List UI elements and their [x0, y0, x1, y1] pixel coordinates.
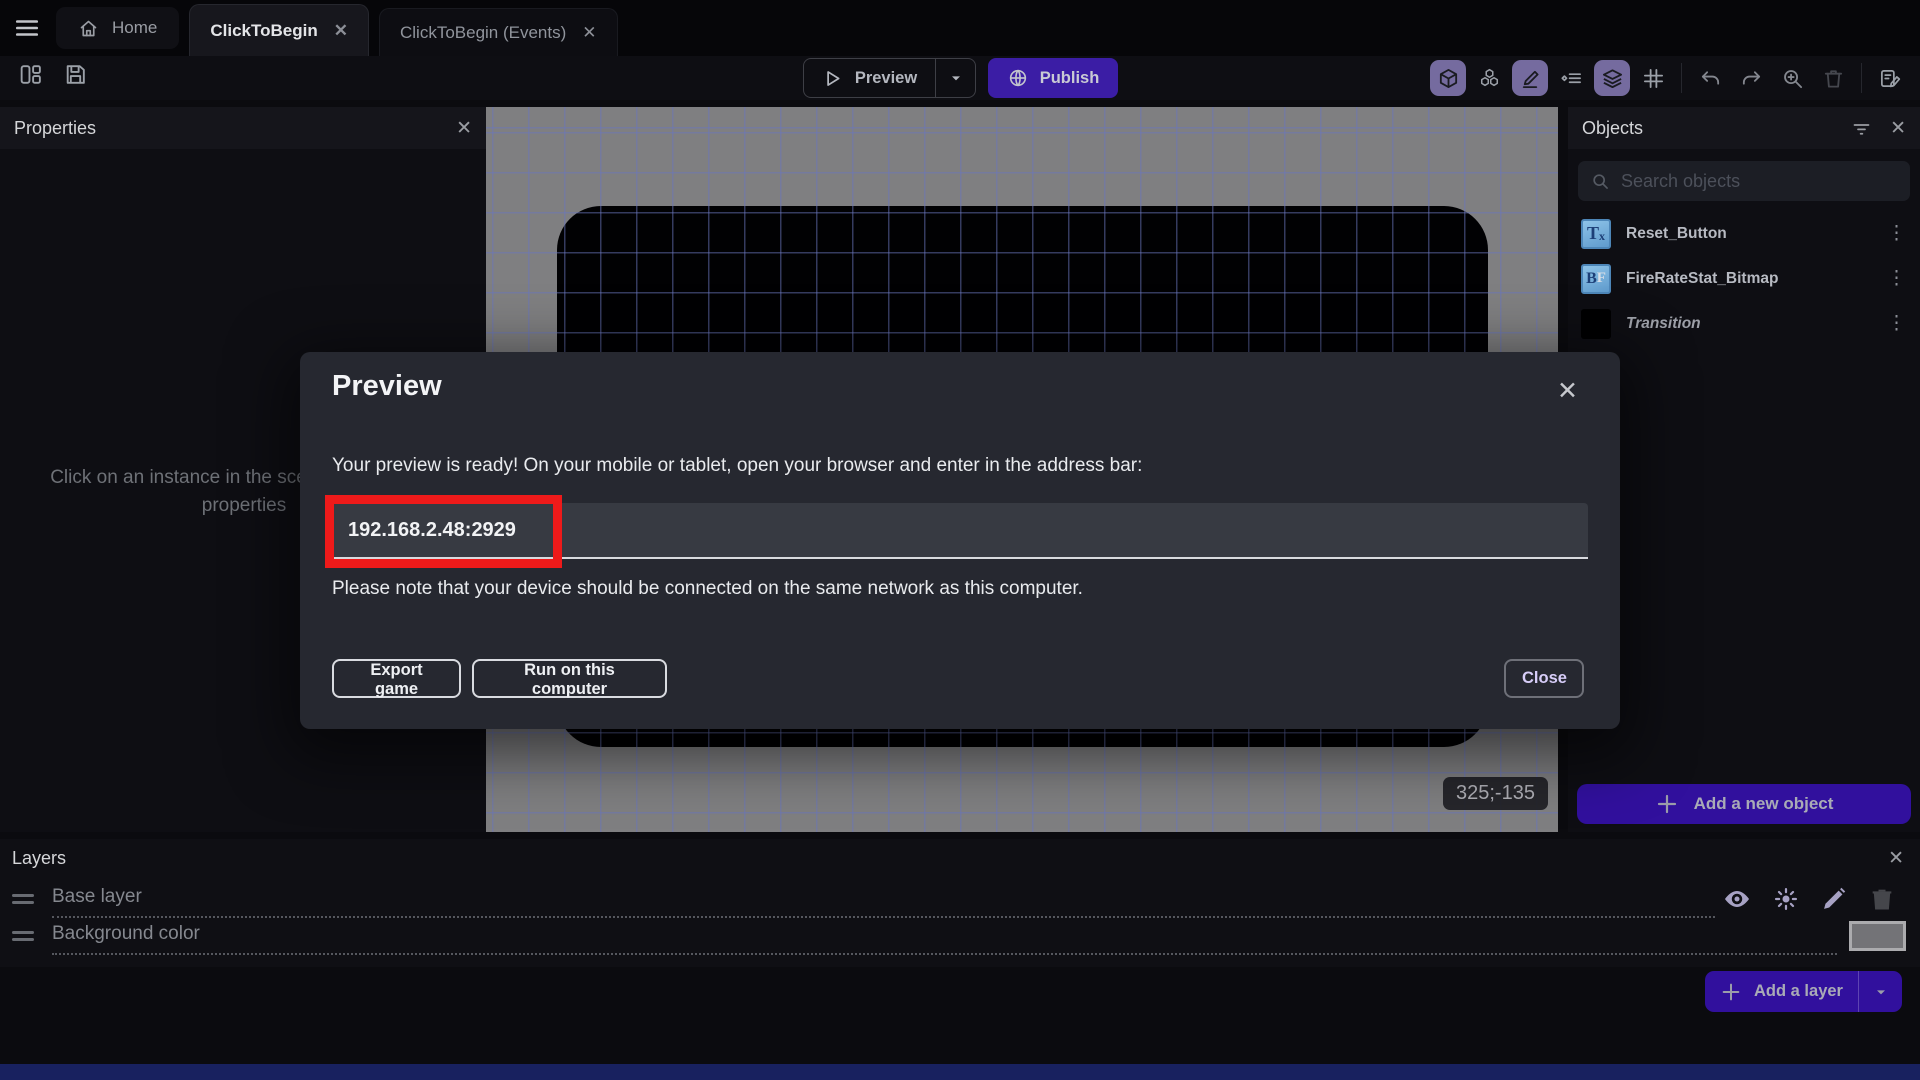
preview-dialog: Preview ✕ Your preview is ready! On your… — [300, 352, 1620, 729]
layers-panel: Layers ✕ Base layer Background color — [0, 839, 1920, 967]
tab-scene-clicktobegin[interactable]: ClickToBegin ✕ — [189, 4, 369, 56]
more-vertical-icon[interactable]: ⋮ — [1887, 312, 1907, 335]
search-objects-input[interactable] — [1621, 170, 1898, 192]
preview-button[interactable]: Preview — [803, 58, 976, 98]
preview-button-main[interactable]: Preview — [804, 59, 935, 97]
close-icon[interactable]: ✕ — [582, 24, 596, 41]
properties-panel-title: Properties — [14, 117, 97, 138]
more-vertical-icon[interactable]: ⋮ — [1887, 222, 1907, 245]
edit-pencil-icon[interactable] — [1820, 885, 1848, 913]
add-new-object-label: Add a new object — [1693, 794, 1834, 813]
layer-row-base[interactable]: Base layer — [0, 882, 1920, 918]
objects-panel-header: Objects ✕ — [1568, 107, 1920, 149]
layers-panel-icon[interactable] — [1594, 60, 1630, 96]
caret-down-icon — [951, 76, 960, 81]
more-vertical-icon[interactable]: ⋮ — [1887, 267, 1907, 290]
dialog-title: Preview — [332, 370, 442, 402]
filter-icon[interactable] — [1851, 118, 1872, 139]
preview-address-field[interactable] — [332, 503, 1588, 559]
lighting-sun-icon[interactable] — [1772, 885, 1800, 913]
close-icon[interactable]: ✕ — [334, 22, 348, 39]
object-name: Transition — [1626, 314, 1701, 332]
object-name: FireRateStat_Bitmap — [1626, 269, 1779, 287]
text-object-icon: Tx — [1581, 218, 1611, 249]
publish-button[interactable]: Publish — [988, 58, 1118, 98]
add-layer-label: Add a layer — [1754, 982, 1843, 1000]
properties-panel-header: Properties ✕ — [0, 107, 486, 149]
network-note-text: Please note that your device should be c… — [332, 578, 1083, 599]
black-square-object-icon — [1581, 308, 1611, 339]
visibility-eye-icon[interactable] — [1722, 884, 1752, 914]
tab-label: ClickToBegin (Events) — [399, 22, 567, 42]
close-icon[interactable]: ✕ — [1888, 847, 1904, 870]
hamburger-menu-icon[interactable] — [14, 15, 40, 41]
object-list-item[interactable]: Tx Reset_Button ⋮ — [1568, 211, 1920, 256]
preview-address-input[interactable] — [332, 503, 1588, 557]
objects-panel-title: Objects — [1582, 117, 1644, 138]
bottom-strip — [0, 1064, 1920, 1080]
object-name: Reset_Button — [1626, 224, 1727, 242]
object-list-item[interactable]: BF FireRateStat_Bitmap ⋮ — [1568, 256, 1920, 301]
close-icon[interactable]: ✕ — [1890, 117, 1906, 140]
edit-scene-icon[interactable] — [1872, 60, 1908, 96]
object-groups-icon[interactable] — [1471, 60, 1507, 96]
instances-list-icon[interactable] — [1553, 60, 1589, 96]
add-new-object-button[interactable]: Add a new object — [1577, 784, 1911, 824]
add-layer-dropdown-button[interactable] — [1858, 971, 1902, 1012]
layer-name: Background color — [52, 923, 200, 944]
row-divider — [52, 916, 1715, 918]
caret-down-icon — [1876, 989, 1885, 994]
tab-bar: Home ClickToBegin ✕ ClickToBegin (Events… — [0, 0, 1920, 56]
tab-label: Home — [112, 18, 158, 37]
bitmap-font-object-icon: BF — [1581, 263, 1611, 294]
preview-ready-text: Your preview is ready! On your mobile or… — [332, 455, 1143, 476]
objects-search-box[interactable] — [1578, 161, 1910, 201]
grid-icon[interactable] — [1635, 60, 1671, 96]
row-divider — [52, 953, 1837, 955]
toolbar-divider — [1681, 63, 1682, 93]
dialog-close-button[interactable]: Close — [1504, 659, 1584, 698]
add-layer-button[interactable]: Add a layer — [1705, 971, 1902, 1012]
delete-icon[interactable] — [1815, 60, 1851, 96]
preview-label: Preview — [854, 68, 918, 87]
preview-dropdown-button[interactable] — [935, 59, 975, 97]
globe-icon — [1007, 67, 1029, 89]
plus-icon — [1655, 792, 1679, 816]
undo-icon[interactable] — [1692, 60, 1728, 96]
play-icon — [822, 68, 843, 89]
run-on-this-computer-button[interactable]: Run on this computer — [472, 659, 667, 698]
home-icon — [78, 18, 99, 39]
panels-layout-icon[interactable] — [18, 62, 43, 87]
tab-label: ClickToBegin — [210, 20, 318, 40]
zoom-in-icon[interactable] — [1774, 60, 1810, 96]
publish-label: Publish — [1039, 68, 1100, 87]
close-icon[interactable]: ✕ — [1557, 376, 1578, 406]
toolbar-left-icons — [18, 62, 88, 87]
search-icon — [1590, 171, 1610, 191]
drag-handle-icon[interactable] — [12, 931, 34, 945]
edit-instance-icon[interactable] — [1512, 60, 1548, 96]
add-layer-button-main[interactable]: Add a layer — [1705, 971, 1858, 1012]
layer-row-background-color[interactable]: Background color — [0, 919, 1920, 955]
plus-icon — [1720, 981, 1742, 1003]
redo-icon[interactable] — [1733, 60, 1769, 96]
tab-home[interactable]: Home — [56, 7, 180, 49]
background-color-swatch[interactable] — [1849, 921, 1906, 951]
cursor-coordinates-badge: 325;-135 — [1443, 777, 1548, 810]
export-game-button[interactable]: Export game — [332, 659, 461, 698]
toolbar-right-icons — [1430, 60, 1908, 96]
tab-events-clicktobegin[interactable]: ClickToBegin (Events) ✕ — [378, 8, 618, 56]
close-icon[interactable]: ✕ — [456, 117, 472, 140]
toolbar-divider — [1861, 63, 1862, 93]
objects-panel: Objects ✕ Tx Reset_Button ⋮ BF FireRateS… — [1568, 107, 1920, 832]
app-window: Home ClickToBegin ✕ ClickToBegin (Events… — [0, 0, 1920, 1080]
drag-handle-icon[interactable] — [12, 894, 34, 908]
object-list-item[interactable]: Transition ⋮ — [1568, 301, 1920, 346]
save-icon[interactable] — [63, 62, 88, 87]
layer-name: Base layer — [52, 886, 142, 907]
layers-panel-title: Layers — [12, 848, 67, 868]
trash-icon[interactable] — [1868, 885, 1896, 913]
objects-panel-icon[interactable] — [1430, 60, 1466, 96]
